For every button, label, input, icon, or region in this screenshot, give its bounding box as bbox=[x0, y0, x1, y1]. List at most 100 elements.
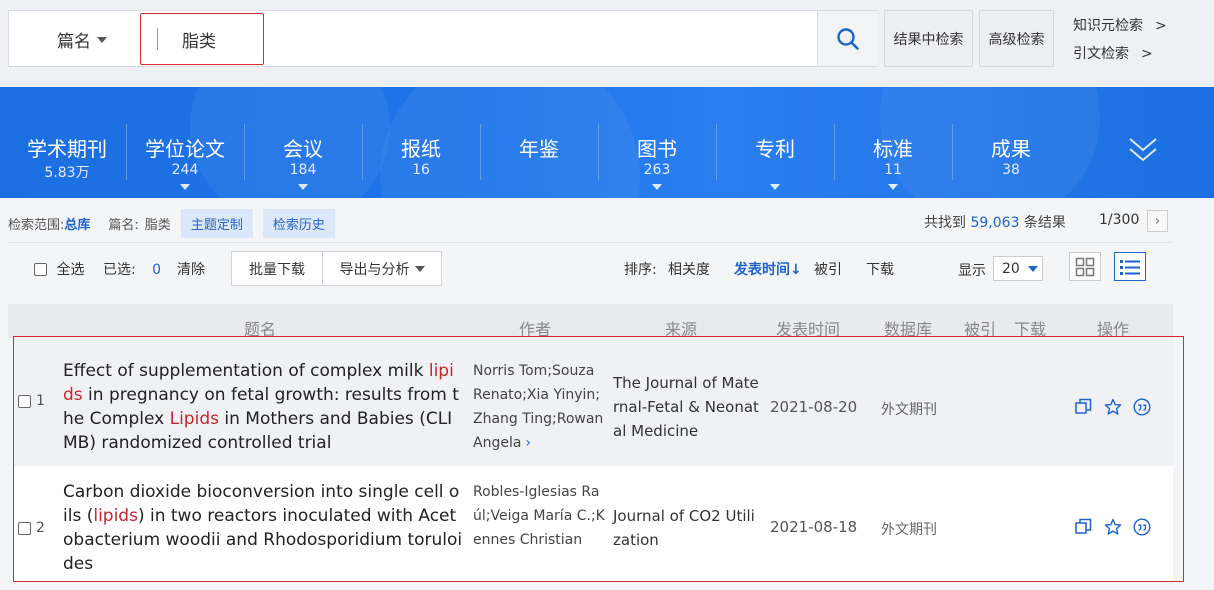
results-table-header: 题名 作者 来源 发表时间 数据库 被引 下载 操作 bbox=[8, 304, 1173, 339]
results-highlight-frame bbox=[13, 336, 1184, 582]
caret-down-icon bbox=[97, 36, 107, 43]
category-name: 成果 bbox=[991, 137, 1031, 161]
sort-relevance[interactable]: 相关度 bbox=[668, 259, 710, 279]
category-name: 图书 bbox=[637, 137, 677, 161]
result-count-number: 59,063 bbox=[970, 215, 1020, 231]
search-field-select[interactable]: 篇名 bbox=[57, 27, 107, 52]
sort-download[interactable]: 下载 bbox=[866, 259, 894, 279]
category-count: 5.83万 bbox=[44, 165, 90, 181]
sort-date-label: 发表时间 bbox=[734, 262, 790, 278]
checkbox-icon bbox=[34, 263, 47, 276]
sort-date[interactable]: 发表时间↓ bbox=[734, 259, 802, 279]
advanced-search-button[interactable]: 高级检索 bbox=[979, 10, 1054, 67]
category-divider bbox=[598, 124, 599, 180]
page-size-value: 20 bbox=[1002, 260, 1020, 277]
result-toolbar: 全选 已选: 0 清除 批量下载 导出与分析 排序: 相关度 发表时间↓ 被引 … bbox=[8, 242, 1173, 292]
caret-down-icon[interactable] bbox=[770, 184, 780, 190]
search-query-text: 脂类 bbox=[182, 31, 216, 52]
caret-down-icon bbox=[414, 265, 425, 272]
category-tab[interactable]: 学术期刊 5.83万 bbox=[8, 87, 126, 198]
category-name: 报纸 bbox=[401, 137, 441, 161]
clear-selection-button[interactable]: 清除 bbox=[177, 259, 205, 279]
chevron-right-icon: > bbox=[1141, 46, 1153, 62]
caret-down-icon[interactable] bbox=[298, 184, 308, 190]
result-count: 共找到 59,063 条结果 bbox=[924, 212, 1066, 232]
category-count: 184 bbox=[289, 162, 317, 178]
double-chevron-down-icon bbox=[1129, 138, 1157, 162]
category-divider bbox=[244, 124, 245, 180]
chevron-right-icon: > bbox=[1155, 18, 1167, 34]
category-tab[interactable]: 图书 263 bbox=[598, 87, 716, 198]
search-field-label: 篇名 bbox=[57, 32, 91, 52]
scope-field-value: 脂类 bbox=[144, 218, 171, 233]
result-count-suffix: 条结果 bbox=[1023, 215, 1066, 231]
list-view-button[interactable] bbox=[1114, 252, 1146, 281]
search-scope: 检索范围: 总库 篇名: 脂类 主题定制 检索历史 bbox=[8, 209, 335, 238]
page-size-select[interactable]: 20 bbox=[993, 256, 1043, 281]
category-divider bbox=[126, 124, 127, 180]
scope-value[interactable]: 总库 bbox=[64, 214, 90, 233]
search-button[interactable] bbox=[817, 11, 878, 66]
chevron-right-icon: › bbox=[1154, 213, 1161, 229]
grid-view-button[interactable] bbox=[1069, 252, 1101, 281]
category-divider bbox=[480, 124, 481, 180]
search-input[interactable]: 脂类 bbox=[140, 13, 264, 65]
select-all-checkbox[interactable]: 全选 bbox=[34, 259, 84, 279]
topic-customize-button[interactable]: 主题定制 bbox=[180, 209, 253, 238]
caret-down-icon bbox=[1027, 265, 1038, 272]
category-tab[interactable]: 年鉴 bbox=[480, 87, 598, 198]
category-count: 11 bbox=[884, 162, 902, 178]
knowledge-search-label: 知识元检索 bbox=[1073, 18, 1143, 34]
category-count: 244 bbox=[171, 162, 199, 178]
category-divider bbox=[834, 124, 835, 180]
batch-download-button[interactable]: 批量下载 bbox=[231, 251, 323, 286]
text-cursor bbox=[157, 28, 158, 50]
category-name: 学位论文 bbox=[145, 137, 225, 161]
caret-down-icon[interactable] bbox=[888, 184, 898, 190]
category-tab[interactable]: 报纸 16 bbox=[362, 87, 480, 198]
sort-label: 排序: bbox=[624, 262, 657, 278]
scope-label: 检索范围: bbox=[8, 218, 65, 233]
page-indicator: 1/300 bbox=[1099, 212, 1140, 228]
next-page-button[interactable]: › bbox=[1147, 210, 1168, 232]
display-label: 显示 bbox=[958, 263, 986, 279]
arrow-down-icon: ↓ bbox=[790, 262, 802, 278]
search-icon bbox=[837, 27, 859, 50]
select-all-label: 全选 bbox=[56, 262, 85, 278]
citation-search-link[interactable]: 引文检索 > bbox=[1073, 43, 1153, 63]
search-history-button[interactable]: 检索历史 bbox=[262, 209, 335, 238]
search-box: 篇名 脂类 bbox=[8, 10, 878, 67]
category-divider bbox=[716, 124, 717, 180]
category-tab[interactable]: 会议 184 bbox=[244, 87, 362, 198]
export-analysis-label: 导出与分析 bbox=[339, 261, 410, 278]
category-name: 标准 bbox=[873, 137, 913, 161]
citation-search-label: 引文检索 bbox=[1073, 46, 1129, 62]
knowledge-search-link[interactable]: 知识元检索 > bbox=[1073, 15, 1167, 35]
caret-down-icon[interactable] bbox=[180, 184, 190, 190]
expand-categories-button[interactable] bbox=[1128, 135, 1158, 169]
export-analysis-button[interactable]: 导出与分析 bbox=[322, 251, 442, 286]
caret-down-icon[interactable] bbox=[652, 184, 662, 190]
scope-field-label: 篇名: bbox=[108, 218, 139, 233]
category-count: 38 bbox=[1002, 162, 1020, 178]
category-name: 专利 bbox=[755, 137, 795, 161]
selected-count: 已选: 0 bbox=[103, 259, 161, 279]
search-in-results-button[interactable]: 结果中检索 bbox=[884, 10, 973, 67]
category-name: 会议 bbox=[283, 137, 323, 161]
category-count: 263 bbox=[643, 162, 671, 178]
category-tab[interactable]: 学位论文 244 bbox=[126, 87, 244, 198]
category-divider bbox=[952, 124, 953, 180]
result-count-prefix: 共找到 bbox=[924, 215, 966, 231]
category-count: 16 bbox=[412, 162, 430, 178]
category-bar: 学术期刊 5.83万 学位论文 244 会议 184 报纸 16 年鉴 图书 263 专利 标准 11 成果… bbox=[0, 87, 1214, 198]
sort-cited[interactable]: 被引 bbox=[814, 259, 842, 279]
category-divider bbox=[362, 124, 363, 180]
search-header: 篇名 脂类 结果中检索 高级检索 知识元检索 > 引文检索 > bbox=[0, 0, 1214, 87]
category-tab[interactable]: 成果 38 bbox=[952, 87, 1070, 198]
grid-view-icon bbox=[1075, 257, 1095, 276]
selected-label: 已选: bbox=[103, 262, 136, 278]
category-tab[interactable]: 标准 11 bbox=[834, 87, 952, 198]
category-name: 年鉴 bbox=[519, 137, 559, 161]
list-view-icon bbox=[1120, 259, 1140, 275]
category-tab[interactable]: 专利 bbox=[716, 87, 834, 198]
